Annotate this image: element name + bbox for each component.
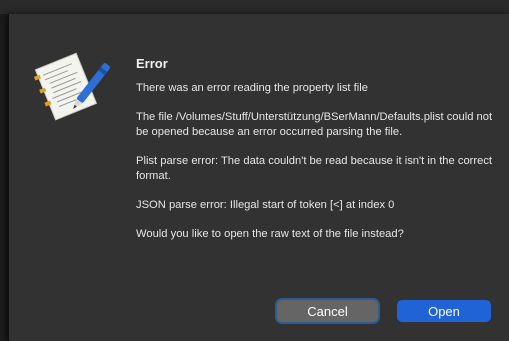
dialog-message: There was an error reading the property … xyxy=(136,82,368,94)
window-title-strip xyxy=(0,0,509,14)
dialog-title: Error xyxy=(136,56,168,71)
detail-json-error: JSON parse error: Illegal start of token… xyxy=(136,199,395,211)
detail-question: Would you like to open the raw text of t… xyxy=(136,228,404,240)
cancel-button[interactable]: Cancel xyxy=(277,300,378,322)
detail-file-error: The file /Volumes/Stuff/Unterstützung/BS… xyxy=(136,111,493,138)
open-button[interactable]: Open xyxy=(397,300,491,322)
document-with-pen-icon xyxy=(33,52,111,121)
detail-plist-error: Plist parse error: The data couldn't be … xyxy=(136,155,493,182)
dialog-text-column: Error There was an error reading the pro… xyxy=(136,56,496,256)
dialog-buttons: Cancel Open xyxy=(277,300,491,322)
